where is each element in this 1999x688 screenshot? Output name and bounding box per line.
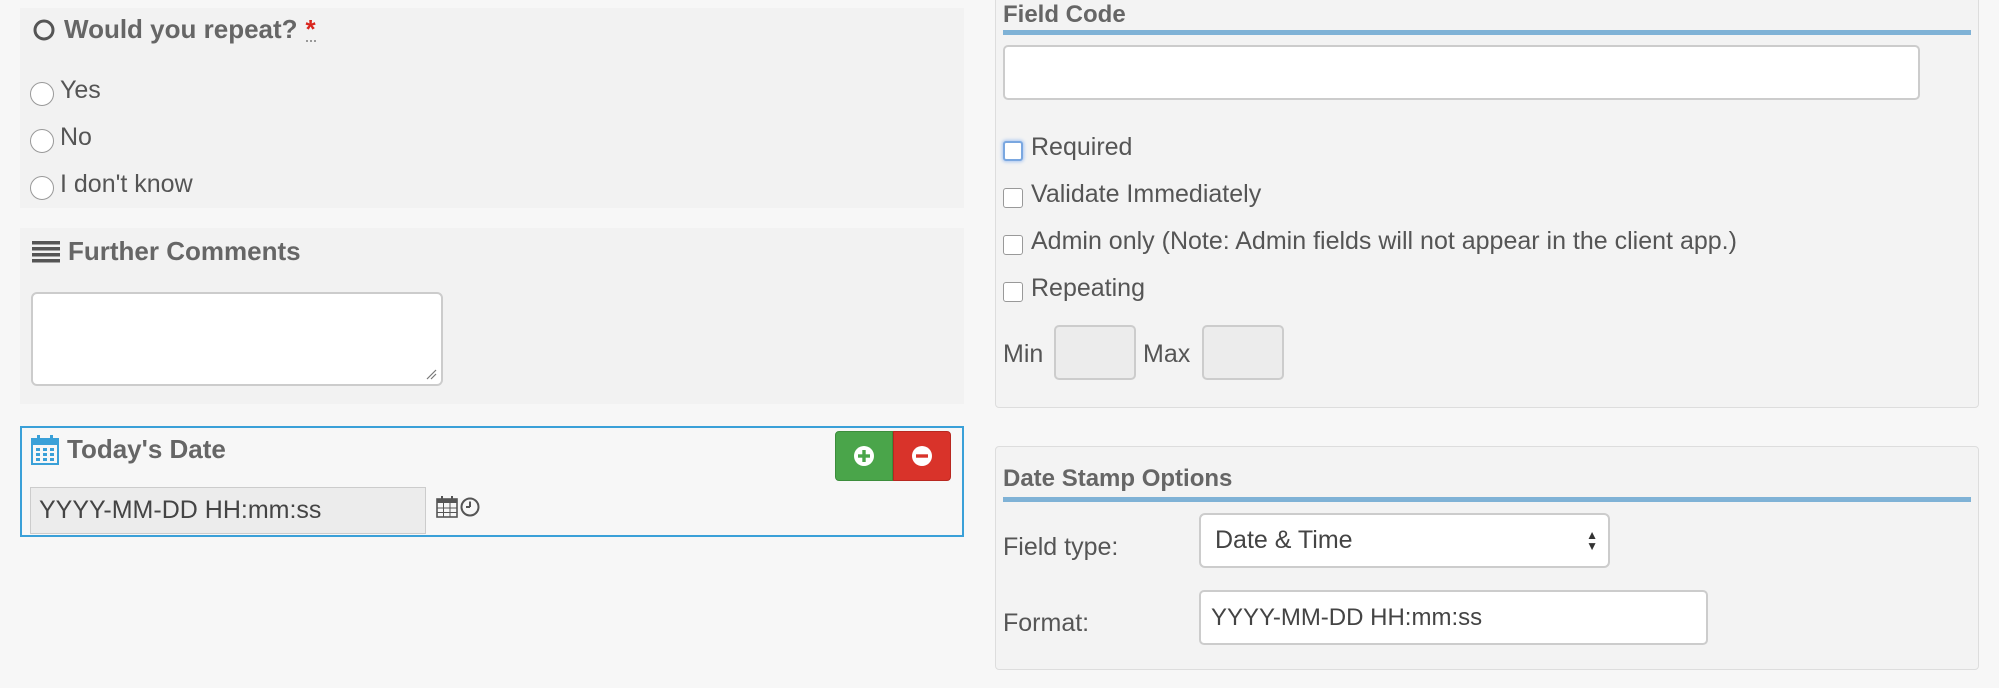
field-code-input[interactable] xyxy=(1003,45,1920,100)
field-title: Today's Date xyxy=(31,434,226,465)
paragraph-icon xyxy=(32,240,60,264)
checkbox[interactable] xyxy=(1003,187,1023,208)
date-stamp-options-panel: Date Stamp Options Field type: Date & Ti… xyxy=(995,446,1979,670)
radio-button[interactable] xyxy=(30,129,54,153)
field-type-select[interactable]: Date & Time ▲ ▼ xyxy=(1199,513,1610,568)
comments-label: Further Comments xyxy=(68,236,301,266)
checkbox[interactable] xyxy=(1003,281,1023,302)
remove-field-button[interactable] xyxy=(893,431,951,481)
checkbox-label: Repeating xyxy=(1031,274,1145,302)
checkbox-label: Validate Immediately xyxy=(1031,180,1262,208)
min-label: Min xyxy=(1003,340,1044,368)
minus-circle-icon xyxy=(911,445,933,467)
checkbox[interactable] xyxy=(1003,234,1023,255)
comments-textarea[interactable] xyxy=(31,292,443,386)
radio-option-dont-know[interactable]: I don't know xyxy=(30,168,193,200)
checkbox-repeating[interactable]: Repeating xyxy=(1003,274,1145,303)
select-arrows-icon: ▲ ▼ xyxy=(1586,527,1598,553)
field-title: Would you repeat? * xyxy=(32,14,316,45)
checkbox[interactable] xyxy=(1003,140,1023,161)
radio-option-no[interactable]: No xyxy=(30,121,92,153)
plus-circle-icon xyxy=(853,445,875,467)
field-todays-date[interactable]: Today's Date YYYY-MM-DD HH:mm:ss xyxy=(20,426,964,537)
format-value: YYYY-MM-DD HH:mm:ss xyxy=(1211,603,1483,631)
checkbox-admin-only[interactable]: Admin only (Note: Admin fields will not … xyxy=(1003,227,1737,256)
field-type-value: Date & Time xyxy=(1215,526,1353,554)
field-title: Further Comments xyxy=(32,236,301,267)
radio-button[interactable] xyxy=(30,176,54,200)
min-input[interactable] xyxy=(1054,325,1136,380)
required-asterisk: * xyxy=(305,13,316,44)
date-stamp-legend: Date Stamp Options xyxy=(1003,465,1233,492)
legend-divider xyxy=(1003,497,1971,502)
checkbox-label: Admin only (Note: Admin fields will not … xyxy=(1031,227,1737,255)
format-input[interactable]: YYYY-MM-DD HH:mm:ss xyxy=(1199,590,1708,645)
date-picker-toggle[interactable] xyxy=(436,496,480,518)
radio-label: No xyxy=(60,122,92,151)
max-input[interactable] xyxy=(1202,325,1284,380)
resize-grip-icon[interactable] xyxy=(425,368,437,380)
date-input[interactable]: YYYY-MM-DD HH:mm:ss xyxy=(30,487,426,534)
radio-label: I don't know xyxy=(60,169,193,198)
calendar-icon[interactable] xyxy=(436,496,458,518)
radio-option-yes[interactable]: Yes xyxy=(30,74,101,106)
date-label: Today's Date xyxy=(67,434,226,464)
calendar-icon xyxy=(31,434,59,465)
field-type-label: Field type: xyxy=(1003,533,1119,561)
legend-divider xyxy=(1003,30,1971,35)
radio-field-icon xyxy=(32,18,56,42)
max-label: Max xyxy=(1143,340,1191,368)
question-label: Would you repeat? xyxy=(64,14,298,44)
clock-icon[interactable] xyxy=(460,497,480,517)
checkbox-validate-immediately[interactable]: Validate Immediately xyxy=(1003,180,1261,209)
field-code-panel: Field Code Required Validate Immediately… xyxy=(995,0,1979,408)
field-further-comments: Further Comments xyxy=(20,228,964,404)
checkbox-label: Required xyxy=(1031,133,1133,161)
radio-label: Yes xyxy=(60,75,101,104)
checkbox-required[interactable]: Required xyxy=(1003,133,1132,162)
field-would-you-repeat: Would you repeat? * Yes No I don't know xyxy=(20,8,964,208)
add-field-button[interactable] xyxy=(835,431,893,481)
radio-button[interactable] xyxy=(30,82,54,106)
format-label: Format: xyxy=(1003,609,1090,637)
field-code-legend: Field Code xyxy=(1003,1,1126,28)
